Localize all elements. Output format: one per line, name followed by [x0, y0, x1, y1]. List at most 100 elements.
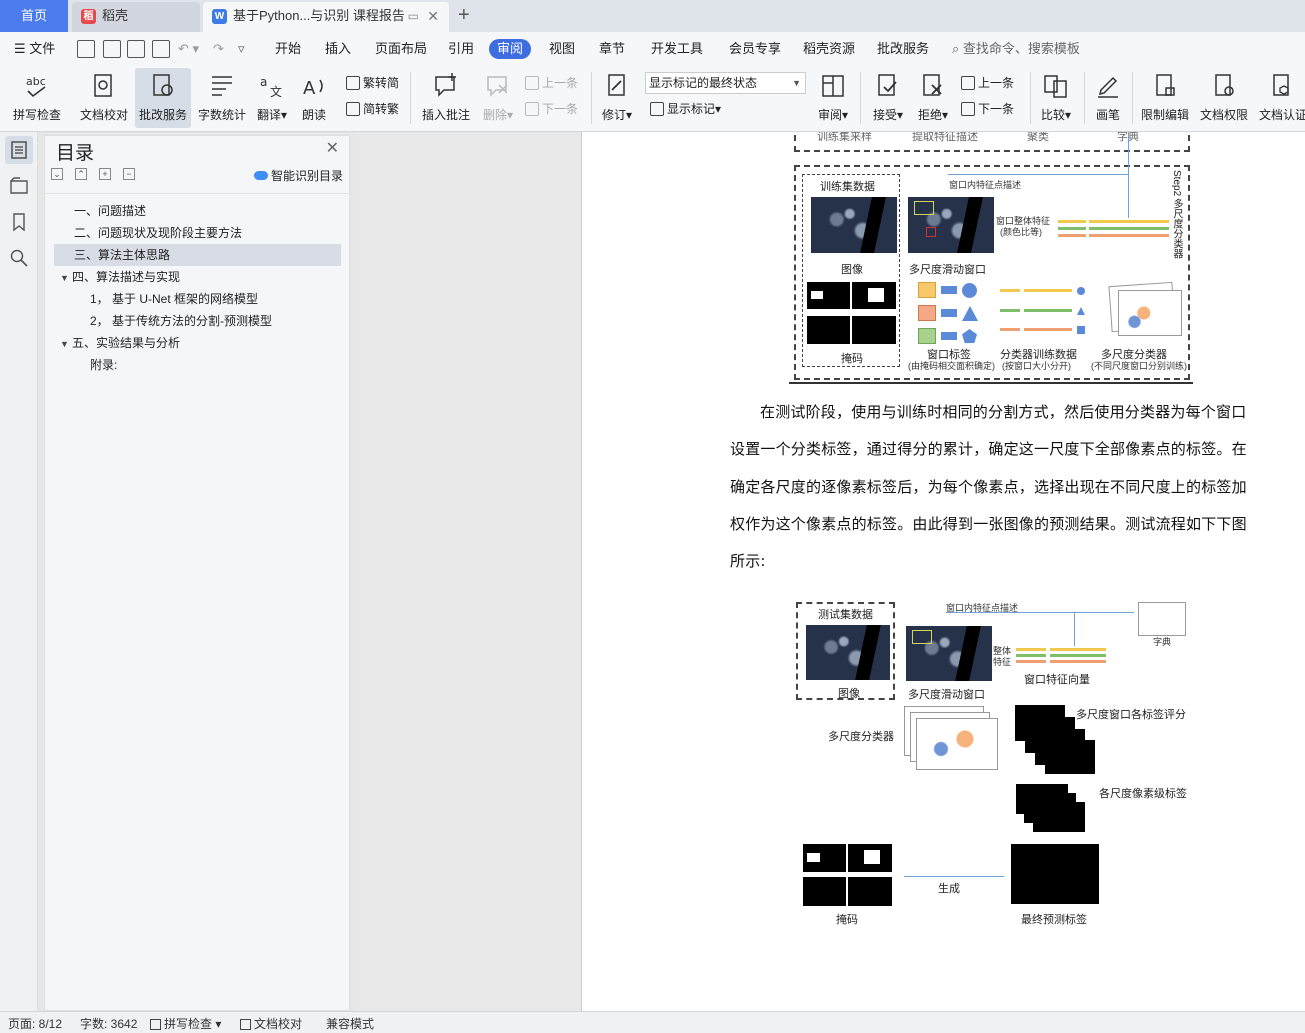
trad-to-simp-button[interactable]: 繁转简 [346, 73, 399, 93]
simp-to-trad-button[interactable]: 简转繁 [346, 99, 399, 119]
track-changes-label: 修订▾ [601, 108, 633, 122]
export-pdf-icon[interactable] [103, 40, 121, 58]
tab-daoke[interactable]: 稻 稻壳 [72, 2, 200, 32]
toc-item[interactable]: 2， 基于传统方法的分割-预测模型 [54, 310, 341, 332]
toc-item-selected[interactable]: 三、算法主体思路 [54, 244, 341, 266]
svg-text:abc: abc [26, 75, 46, 88]
page-indicator[interactable]: 页面: 8/12 [8, 1015, 62, 1032]
menu-page-layout[interactable]: 页面布局 [375, 39, 427, 59]
document-page[interactable]: 训练集来样 提取特征描述 聚类 字典 Step2 多尺度分类器 训练集数据 图像… [581, 132, 1305, 1011]
menu-chapter[interactable]: 章节 [599, 39, 625, 59]
body-paragraph[interactable]: 在测试阶段，使用与训练时相同的分割方式，然后使用分类器为每个窗口设置一个分类标签… [730, 394, 1250, 580]
close-icon[interactable]: ✕ [427, 2, 439, 30]
quick-access-dropdown-icon[interactable]: ▿ [238, 39, 245, 59]
translate-button[interactable]: a文 翻译▾ [252, 68, 292, 128]
proofread-icon [94, 74, 112, 97]
toc-item[interactable]: ▼ 四、算法描述与实现 [54, 266, 341, 288]
menu-reference[interactable]: 引用 [448, 39, 474, 59]
doc-permission-button[interactable]: 文档权限 [1197, 68, 1251, 128]
restrict-editing-label: 限制编辑 [1140, 108, 1189, 122]
search-icon[interactable] [9, 248, 29, 268]
new-tab-button[interactable]: + [458, 2, 470, 28]
mask-image [852, 316, 896, 344]
triangle-shape-icon [962, 306, 978, 321]
command-search-label: 查找命令、搜索模板 [962, 41, 1080, 56]
menu-member[interactable]: 会员专享 [729, 39, 781, 59]
train-bar [1024, 309, 1072, 312]
bookmark-icon[interactable] [9, 212, 29, 232]
doc-certify-button[interactable]: 文档认证 [1256, 68, 1305, 128]
delete-comment-button[interactable]: 删除▾ [478, 68, 518, 128]
toc-nav-button[interactable] [5, 136, 33, 164]
prev-comment-button[interactable]: 上一条 [525, 73, 578, 93]
toc-item[interactable]: 二、问题现状及现阶段主要方法 [54, 222, 341, 244]
word-count-indicator[interactable]: 字数: 3642 [80, 1015, 137, 1032]
tab-document[interactable]: W 基于Python...与识别 课程报告 ▭ ✕ [203, 2, 449, 32]
mask-image [807, 316, 850, 344]
menu-review[interactable]: 审阅 [489, 39, 532, 59]
feature-bar-orange [1089, 234, 1169, 237]
track-changes-button[interactable]: 修订▾ [597, 68, 637, 128]
ribbon-review: abc 拼写检查 文档校对 批改服务 字数统计 a文 翻译▾ A 朗读 繁转简 … [0, 66, 1305, 132]
doc-proofread-button[interactable]: 文档校对 [76, 68, 132, 128]
feature-bar-green [1089, 227, 1169, 230]
next-change-label: 下一条 [978, 102, 1015, 116]
compare-button[interactable]: 比较▾ [1036, 68, 1076, 128]
next-change-button[interactable]: 下一条 [961, 99, 1014, 119]
markup-state-select[interactable]: 显示标记的最终状态 ▼ [645, 72, 806, 94]
toc-item[interactable]: 一、问题描述 [54, 200, 341, 222]
chevron-down-icon[interactable]: ▼ [60, 333, 72, 355]
tab-home[interactable]: 首页 [0, 0, 68, 32]
command-search[interactable]: ⌕ 查找命令、搜索模板 [952, 39, 1080, 59]
undo-icon[interactable]: ↶ ▾ [178, 39, 199, 59]
word-count-button[interactable]: 字数统计 [195, 68, 249, 128]
fig1-image-label: 图像 [841, 264, 863, 276]
review-pane-button[interactable]: 审阅▾ [814, 68, 852, 128]
menu-daoke-resources[interactable]: 稻壳资源 [803, 39, 855, 59]
collapse-all-icon[interactable]: ⌄ [51, 168, 63, 180]
toc-list: 一、问题描述 二、问题现状及现阶段主要方法 三、算法主体思路 ▼ 四、算法描述与实… [46, 193, 348, 1009]
expand-up-icon[interactable]: ⌃ [75, 168, 87, 180]
close-icon[interactable]: ✕ [326, 138, 339, 158]
file-menu[interactable]: ☰ 文件 [14, 39, 55, 59]
toc-title: 目录 [56, 143, 95, 164]
print-preview-icon[interactable] [152, 40, 170, 58]
insert-comment-button[interactable]: 插入批注 [420, 68, 472, 128]
restrict-editing-button[interactable]: 限制编辑 [1138, 68, 1192, 128]
toc-item[interactable]: ▼ 五、实验结果与分析 [54, 332, 341, 354]
menu-view[interactable]: 视图 [549, 39, 575, 59]
chapter-nav-icon[interactable] [9, 176, 29, 196]
menu-start[interactable]: 开始 [275, 39, 301, 59]
tab-pin-icon[interactable]: ▭ [408, 2, 419, 30]
insert-comment-icon [435, 73, 456, 97]
menu-correction-service[interactable]: 批改服务 [877, 39, 929, 59]
chevron-down-icon[interactable]: ▼ [60, 267, 72, 289]
correction-service-button[interactable]: 批改服务 [135, 68, 191, 128]
accept-button[interactable]: 接受▾ [868, 68, 908, 128]
read-aloud-button[interactable]: A 朗读 [297, 68, 331, 128]
save-icon[interactable] [77, 40, 95, 58]
vector-bar [1016, 648, 1046, 651]
spell-check-button[interactable]: abc 拼写检查 [6, 68, 68, 128]
toc-item[interactable]: 附录: [54, 354, 341, 376]
final-mask [803, 844, 846, 872]
menu-dev-tools[interactable]: 开发工具 [651, 39, 703, 59]
equals-icon [941, 332, 957, 340]
remove-level-icon[interactable]: − [123, 168, 135, 180]
toc-item[interactable]: 1， 基于 U-Net 框架的网络模型 [54, 288, 341, 310]
show-markup-button[interactable]: 显示标记▾ [650, 99, 721, 119]
paragraph-text: 在测试阶段，使用与训练时相同的分割方式，然后使用分类器为每个窗口设置一个分类标签… [730, 403, 1247, 571]
add-level-icon[interactable]: + [99, 168, 111, 180]
redo-icon[interactable]: ↷ [213, 39, 224, 59]
next-comment-button[interactable]: 下一条 [525, 99, 578, 119]
pen-button[interactable]: 画笔 [1090, 68, 1126, 128]
menu-insert[interactable]: 插入 [325, 39, 351, 59]
arrow-line [946, 612, 1074, 613]
smart-toc-button[interactable]: 智能识别目录 [253, 167, 343, 184]
print-icon[interactable] [127, 40, 145, 58]
spell-check-status[interactable]: 拼写检查 ▾ [150, 1015, 221, 1032]
reject-button[interactable]: 拒绝▾ [914, 68, 952, 128]
proofread-status[interactable]: 文档校对 [240, 1015, 302, 1032]
prev-change-button[interactable]: 上一条 [961, 73, 1014, 93]
test-satellite-image [806, 625, 890, 680]
